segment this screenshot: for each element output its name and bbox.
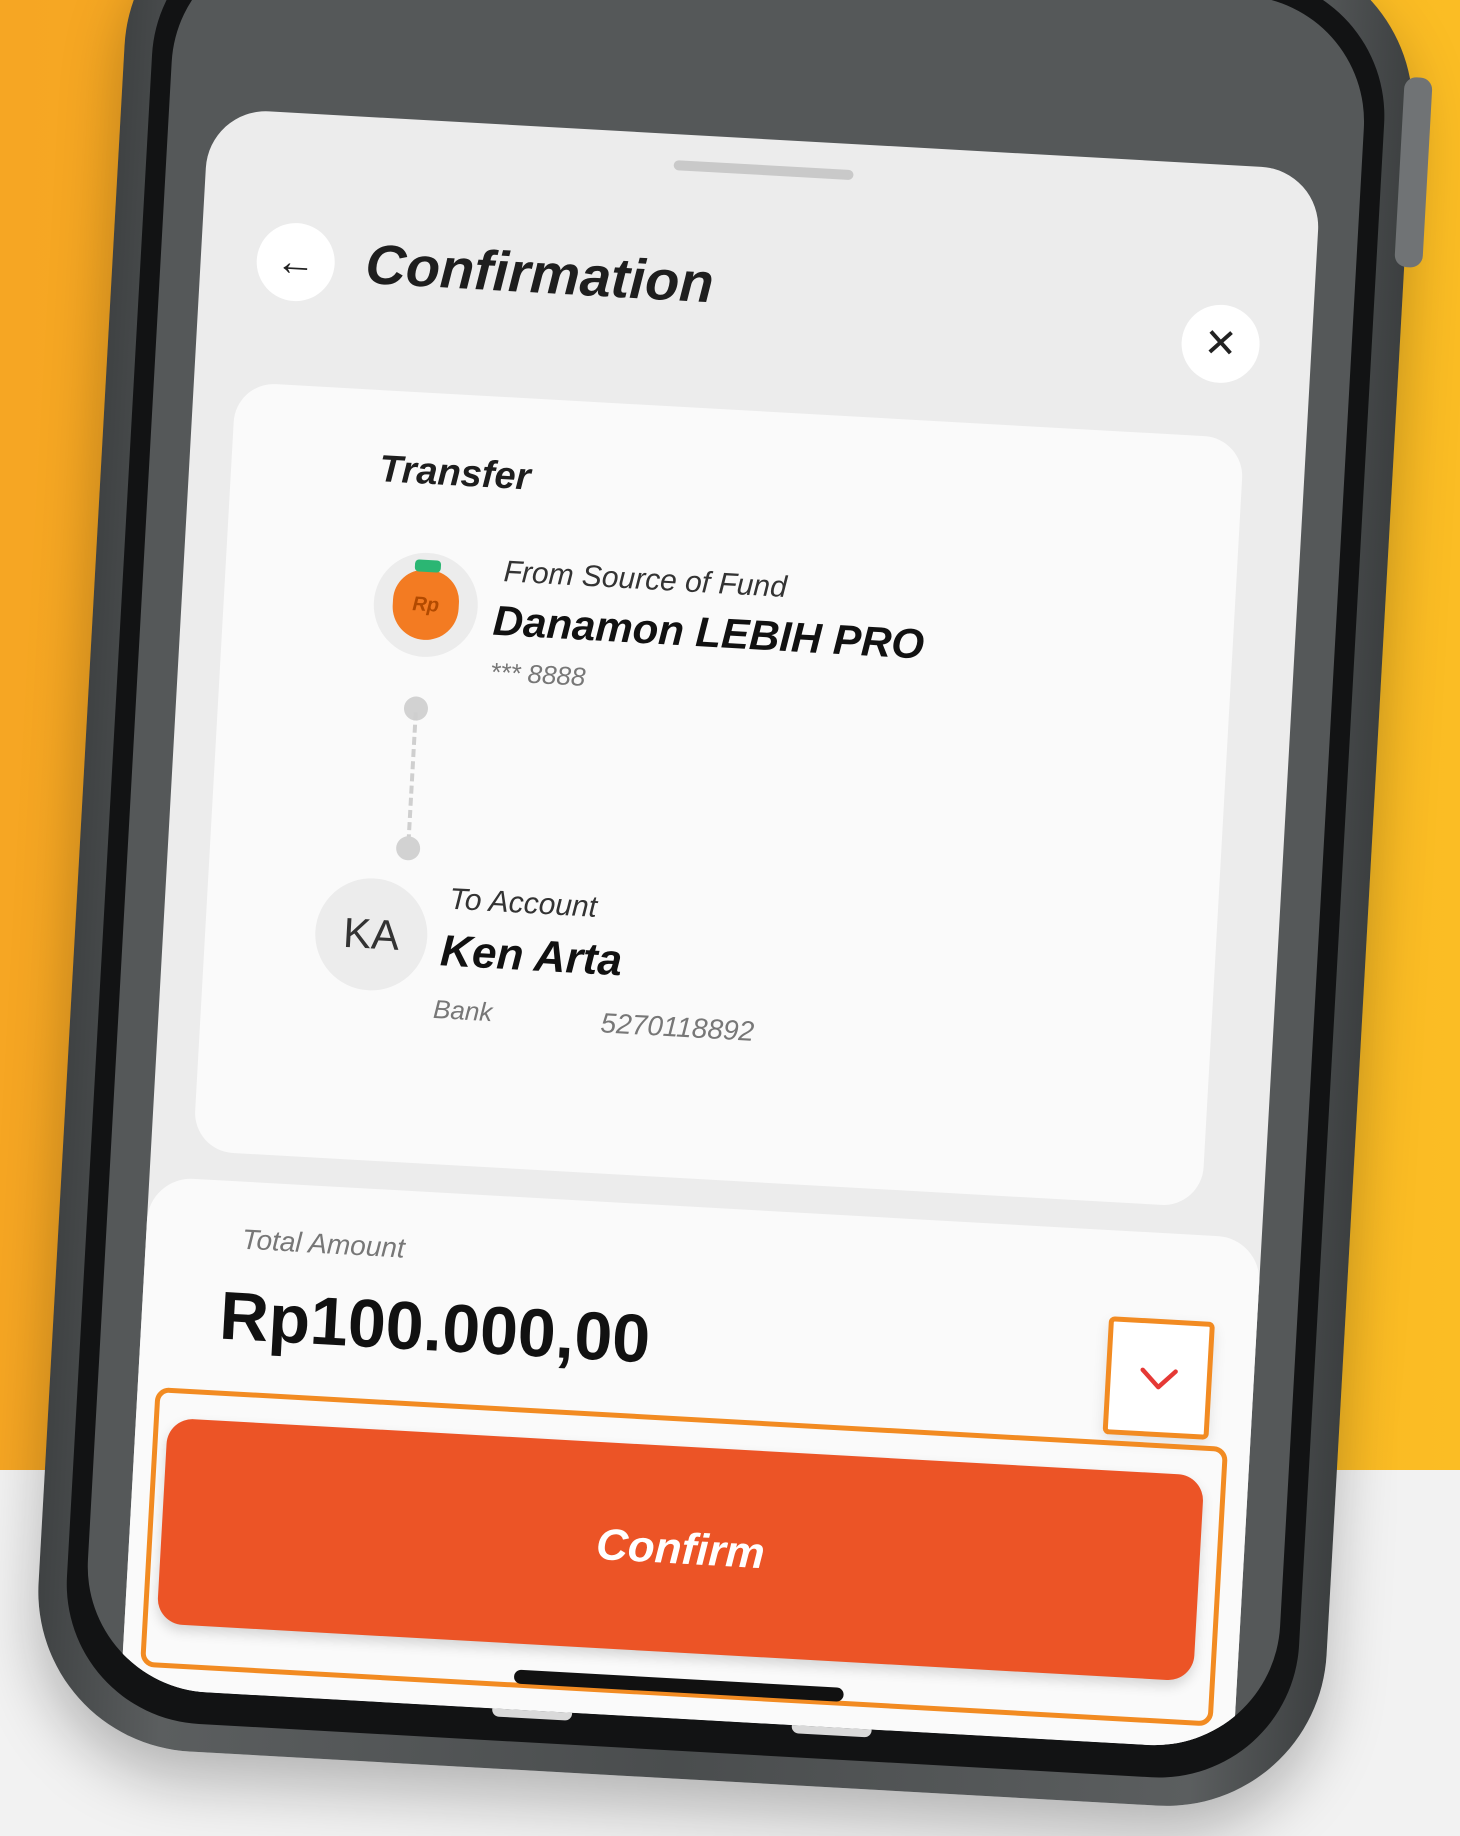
phone-screen: ← Confirmation ✕ Transfer Rp From Source…: [80, 0, 1371, 1752]
total-amount-label: Total Amount: [241, 1223, 406, 1264]
to-account-label: To Account: [448, 882, 598, 924]
transfer-connector-line: [406, 712, 422, 843]
chevron-down-icon: [1140, 1367, 1178, 1390]
transfer-section-title: Transfer: [378, 448, 532, 499]
from-source-label: From Source of Fund: [502, 555, 788, 604]
recipient-avatar: KA: [312, 875, 431, 994]
money-bag-icon: Rp: [390, 568, 461, 642]
page-title: Confirmation: [363, 232, 716, 315]
source-fund-avatar: Rp: [370, 550, 481, 660]
confirmation-sheet: ← Confirmation ✕ Transfer Rp From Source…: [120, 108, 1322, 1750]
transfer-card: Transfer Rp From Source of Fund Danamon …: [192, 381, 1245, 1208]
recipient-account-number: 5270118892: [599, 1007, 755, 1047]
connector-dot-bottom: [395, 835, 421, 861]
close-icon: ✕: [1202, 320, 1239, 367]
source-account-number: *** 8888: [489, 656, 587, 692]
phone-mockup: ← Confirmation ✕ Transfer Rp From Source…: [9, 0, 1442, 1836]
back-button[interactable]: ←: [254, 220, 337, 304]
expand-details-button[interactable]: [1102, 1316, 1215, 1440]
sheet-grabber[interactable]: [673, 160, 854, 181]
amount-panel: Total Amount Rp100.000,00 Confirm: [120, 1176, 1262, 1750]
close-button[interactable]: ✕: [1179, 302, 1262, 385]
recipient-name: Ken Arta: [439, 926, 624, 986]
source-account-name: Danamon LEBIH PRO: [491, 596, 926, 668]
back-arrow-icon: ←: [274, 238, 317, 285]
recipient-bank: Bank: [432, 993, 494, 1028]
phone-frame: ← Confirmation ✕ Transfer Rp From Source…: [29, 0, 1433, 1815]
total-amount-value: Rp100.000,00: [217, 1277, 653, 1378]
